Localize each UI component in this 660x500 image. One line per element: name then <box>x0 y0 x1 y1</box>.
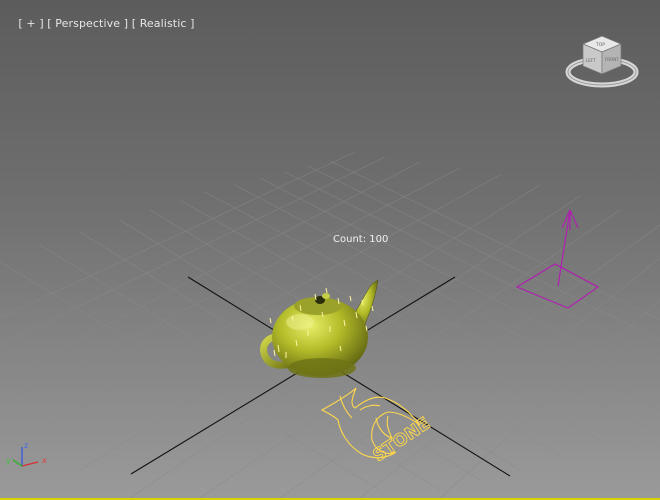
axis-z-label: z <box>24 441 28 450</box>
axis-tripod-icon: z x y <box>6 441 47 467</box>
particle-count-label: Count: 100 <box>333 234 389 245</box>
perspective-viewport[interactable]: [ + ] [ Perspective ] [ Realistic ] STON… <box>0 0 660 500</box>
viewcube-icon[interactable]: TOP LEFT FRONT <box>565 30 640 92</box>
stone-logo-text: STONE <box>370 414 434 466</box>
axis-x-label: x <box>42 456 47 465</box>
scene-canvas[interactable]: STONE <box>0 0 660 500</box>
viewcube-front-label: FRONT <box>605 57 619 62</box>
viewcube-left-label: LEFT <box>586 58 596 63</box>
axis-y-label: y <box>6 456 11 465</box>
wind-gizmo[interactable] <box>515 209 600 309</box>
viewcube-top-label: TOP <box>595 42 605 48</box>
teapot-object[interactable] <box>260 279 379 378</box>
